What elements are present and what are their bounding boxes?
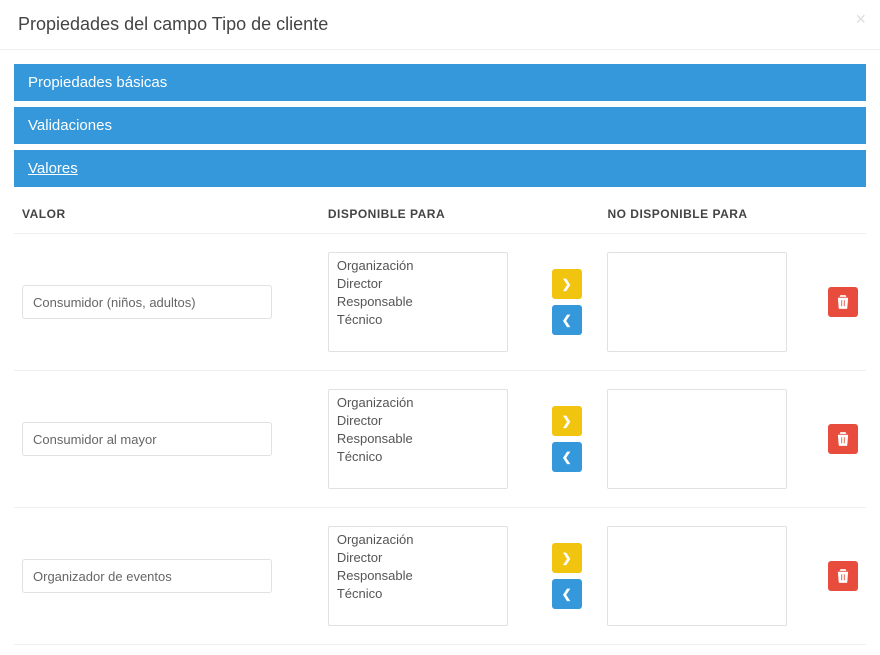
- field-properties-dialog: Propiedades del campo Tipo de cliente × …: [0, 0, 880, 655]
- list-item[interactable]: Responsable: [329, 567, 507, 585]
- chevron-left-icon: ❮: [562, 313, 572, 327]
- not-available-listbox[interactable]: [607, 526, 787, 626]
- values-table: Valor Disponible para No disponible para…: [14, 197, 866, 645]
- list-item[interactable]: Director: [329, 549, 507, 567]
- trash-icon: [837, 569, 849, 583]
- move-left-button[interactable]: ❮: [552, 579, 582, 609]
- value-input[interactable]: [22, 422, 272, 456]
- list-item[interactable]: Responsable: [329, 430, 507, 448]
- dialog-header: Propiedades del campo Tipo de cliente ×: [0, 0, 880, 50]
- col-header-available: Disponible para: [320, 197, 534, 234]
- move-buttons: ❯ ❮: [542, 543, 592, 609]
- table-row: Organización Director Responsable Técnic…: [14, 508, 866, 645]
- dialog-title: Propiedades del campo Tipo de cliente: [18, 14, 862, 35]
- move-left-button[interactable]: ❮: [552, 305, 582, 335]
- list-item[interactable]: Organización: [329, 257, 507, 275]
- list-item[interactable]: Técnico: [329, 448, 507, 466]
- list-item[interactable]: Técnico: [329, 585, 507, 603]
- value-input[interactable]: [22, 559, 272, 593]
- not-available-listbox[interactable]: [607, 389, 787, 489]
- move-left-button[interactable]: ❮: [552, 442, 582, 472]
- panel-values[interactable]: Valores: [14, 150, 866, 187]
- trash-icon: [837, 432, 849, 446]
- available-listbox[interactable]: Organización Director Responsable Técnic…: [328, 526, 508, 626]
- list-item[interactable]: Técnico: [329, 311, 507, 329]
- close-icon[interactable]: ×: [855, 10, 866, 28]
- move-right-button[interactable]: ❯: [552, 543, 582, 573]
- list-item[interactable]: Responsable: [329, 293, 507, 311]
- list-item[interactable]: Director: [329, 412, 507, 430]
- move-buttons: ❯ ❮: [542, 406, 592, 472]
- chevron-right-icon: ❯: [562, 277, 572, 291]
- col-header-notavailable: No disponible para: [599, 197, 813, 234]
- delete-row-button[interactable]: [828, 424, 858, 454]
- col-header-value: Valor: [14, 197, 320, 234]
- delete-row-button[interactable]: [828, 287, 858, 317]
- col-header-arrows: [534, 197, 600, 234]
- list-item[interactable]: Director: [329, 275, 507, 293]
- chevron-right-icon: ❯: [562, 551, 572, 565]
- list-item[interactable]: Organización: [329, 394, 507, 412]
- panel-validations[interactable]: Validaciones: [14, 107, 866, 144]
- not-available-listbox[interactable]: [607, 252, 787, 352]
- available-listbox[interactable]: Organización Director Responsable Técnic…: [328, 252, 508, 352]
- move-right-button[interactable]: ❯: [552, 269, 582, 299]
- dialog-body: Propiedades básicas Validaciones Valores…: [0, 50, 880, 655]
- panel-basic-properties[interactable]: Propiedades básicas: [14, 64, 866, 101]
- table-row: Organización Director Responsable Técnic…: [14, 371, 866, 508]
- trash-icon: [837, 295, 849, 309]
- col-header-delete: [814, 197, 866, 234]
- value-input[interactable]: [22, 285, 272, 319]
- list-item[interactable]: Organización: [329, 531, 507, 549]
- move-buttons: ❯ ❮: [542, 269, 592, 335]
- chevron-left-icon: ❮: [562, 587, 572, 601]
- delete-row-button[interactable]: [828, 561, 858, 591]
- table-row: Organización Director Responsable Técnic…: [14, 234, 866, 371]
- available-listbox[interactable]: Organización Director Responsable Técnic…: [328, 389, 508, 489]
- chevron-left-icon: ❮: [562, 450, 572, 464]
- chevron-right-icon: ❯: [562, 414, 572, 428]
- move-right-button[interactable]: ❯: [552, 406, 582, 436]
